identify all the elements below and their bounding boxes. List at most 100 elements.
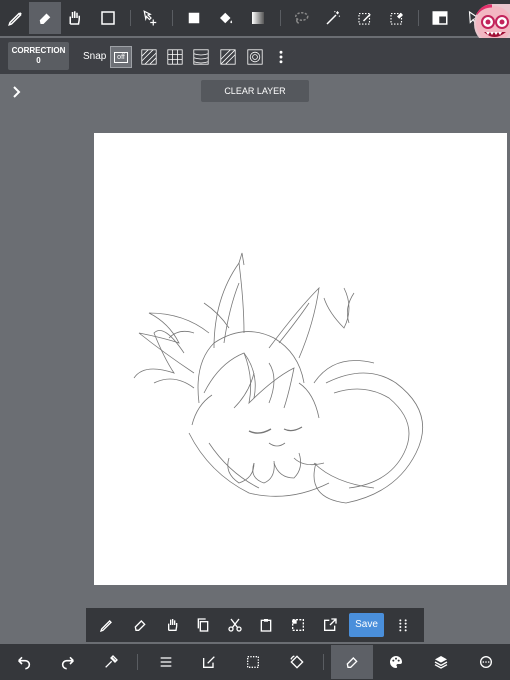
- edit-icon: [203, 656, 215, 668]
- layers-button[interactable]: [423, 645, 459, 679]
- layout-button[interactable]: [424, 2, 456, 34]
- lasso-tool-button[interactable]: [285, 2, 317, 34]
- snap-parallel-button[interactable]: [138, 46, 160, 68]
- rectangle-select-tool-button[interactable]: [92, 2, 124, 34]
- undo-icon: [18, 656, 31, 670]
- action-paste-button[interactable]: [253, 612, 279, 638]
- hand-icon: [69, 11, 80, 25]
- bottom-toolbar: [0, 644, 510, 680]
- more-vertical-icon: [279, 50, 283, 64]
- hand-tool-button[interactable]: [58, 2, 90, 34]
- menu-button[interactable]: [148, 645, 184, 679]
- line-art-drawing: [133, 252, 423, 504]
- bucket-icon: [220, 12, 233, 24]
- action-hand-button[interactable]: [159, 612, 185, 638]
- snap-label: Snap: [83, 51, 107, 62]
- eraser-icon: [134, 620, 146, 631]
- fill-shape-tool-button[interactable]: [178, 2, 210, 34]
- pen-icon: [8, 12, 22, 26]
- fill-shape-icon: [188, 12, 200, 24]
- action-pen-button[interactable]: [94, 612, 120, 638]
- expand-panel-button[interactable]: [8, 84, 24, 100]
- hand-icon: [168, 619, 178, 631]
- edit-button[interactable]: [191, 645, 227, 679]
- snap-concentric-button[interactable]: [244, 46, 266, 68]
- correction-value: 0: [36, 56, 41, 65]
- redo-icon: [61, 656, 74, 670]
- select-pen-icon: [358, 12, 371, 25]
- concentric-icon: [247, 49, 263, 65]
- selection-action-bar: Save: [86, 608, 424, 642]
- scissors-icon: [228, 618, 242, 632]
- paste-icon: [260, 619, 272, 632]
- eraser-tool-button[interactable]: [29, 2, 61, 34]
- palette-button[interactable]: [378, 645, 414, 679]
- rotate-canvas-button[interactable]: [279, 645, 315, 679]
- chevron-right-icon: [13, 86, 21, 98]
- snap-off-button[interactable]: off: [110, 46, 132, 68]
- correction-button[interactable]: CORRECTION 0: [8, 42, 69, 70]
- save-button[interactable]: Save: [349, 613, 384, 637]
- eraser-icon: [39, 13, 51, 24]
- rotate-icon: [290, 655, 304, 669]
- snap-curve-button[interactable]: [190, 46, 212, 68]
- snap-perspective-button[interactable]: [217, 46, 239, 68]
- action-cut-button[interactable]: [222, 612, 248, 638]
- toolbar-divider: [280, 10, 281, 26]
- snap-grid-button[interactable]: [164, 46, 186, 68]
- lasso-icon: [295, 12, 309, 24]
- toolbar-divider: [130, 10, 131, 26]
- menu-icon: [160, 657, 172, 667]
- drawing-canvas[interactable]: [94, 133, 507, 585]
- layers-icon: [434, 656, 448, 669]
- toolbar-divider: [137, 654, 138, 670]
- pen-tool-button[interactable]: [0, 2, 32, 34]
- secondary-toolbar: CORRECTION 0 Snap off: [0, 38, 510, 74]
- correction-label: CORRECTION: [11, 46, 66, 55]
- selection-button[interactable]: [235, 645, 271, 679]
- toolbar-divider: [172, 10, 173, 26]
- select-eraser-tool-button[interactable]: [381, 2, 413, 34]
- parallel-lines-icon: [141, 49, 157, 65]
- redo-button[interactable]: [50, 645, 86, 679]
- action-more-button[interactable]: [390, 612, 416, 638]
- perspective-icon: [220, 49, 236, 65]
- snap-off-label: off: [114, 51, 128, 63]
- dots-grid-icon: [399, 619, 407, 632]
- layout-icon: [432, 11, 448, 25]
- eraser-icon: [346, 657, 358, 668]
- eyedropper-icon: [105, 655, 118, 668]
- action-export-button[interactable]: [317, 612, 343, 638]
- gradient-tool-button[interactable]: [242, 2, 274, 34]
- grid-icon: [167, 49, 183, 65]
- more-options-button[interactable]: [270, 46, 292, 68]
- move-tool-button[interactable]: [135, 2, 167, 34]
- selection-icon: [247, 656, 259, 668]
- eyedropper-button[interactable]: [93, 645, 129, 679]
- select-pen-tool-button[interactable]: [349, 2, 381, 34]
- eraser-mode-button[interactable]: [331, 645, 373, 679]
- copy-icon: [197, 618, 209, 632]
- magic-wand-icon: [326, 10, 341, 25]
- clear-layer-button[interactable]: CLEAR LAYER: [201, 80, 309, 102]
- undo-button[interactable]: [6, 645, 42, 679]
- gradient-icon: [252, 12, 264, 24]
- toolbar-divider: [418, 10, 419, 26]
- deselect-icon: [292, 619, 304, 631]
- curve-lines-icon: [193, 49, 209, 65]
- select-eraser-icon: [390, 12, 403, 25]
- settings-icon: [480, 656, 492, 668]
- rectangle-select-icon: [101, 11, 115, 25]
- bucket-tool-button[interactable]: [210, 2, 242, 34]
- move-icon: [143, 10, 157, 26]
- action-copy-button[interactable]: [190, 612, 216, 638]
- top-toolbar: [0, 0, 510, 44]
- palette-icon: [390, 656, 402, 668]
- action-eraser-button[interactable]: [127, 612, 153, 638]
- pen-icon: [99, 620, 112, 633]
- toolbar-divider: [323, 654, 324, 670]
- magic-wand-tool-button[interactable]: [317, 2, 349, 34]
- settings-button[interactable]: [468, 645, 504, 679]
- action-deselect-button[interactable]: [285, 612, 311, 638]
- export-icon: [324, 618, 337, 631]
